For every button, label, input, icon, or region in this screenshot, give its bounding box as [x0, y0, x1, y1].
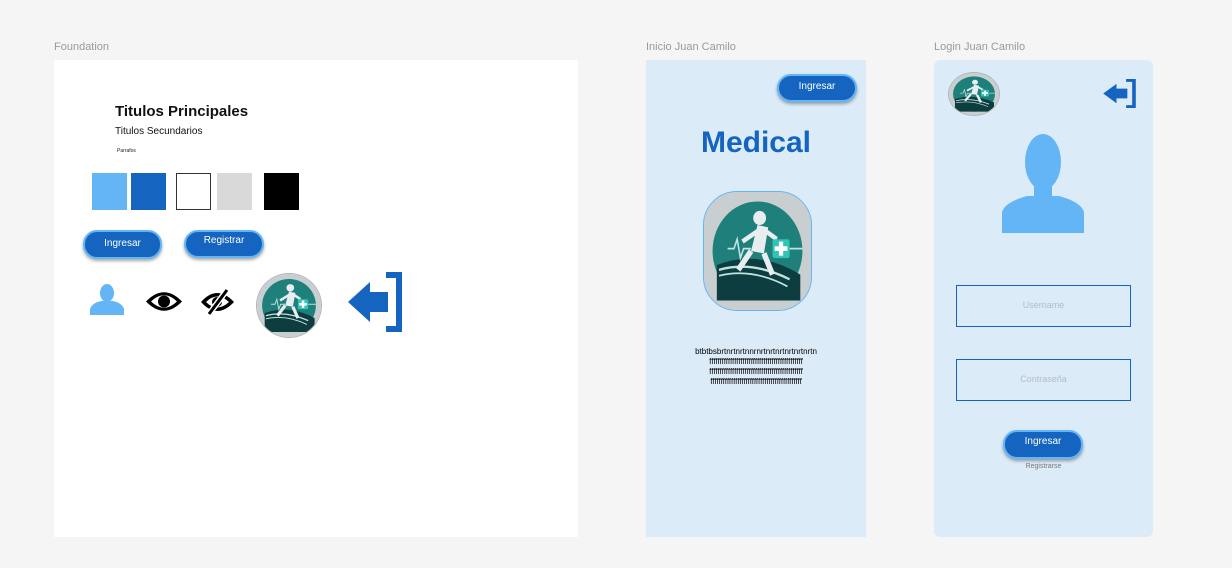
password-input[interactable]: Contraseña [956, 359, 1131, 401]
login-logo [948, 72, 1000, 116]
app-logo [703, 191, 812, 311]
paragraph-sample: Parrafos [117, 148, 136, 154]
frame-label-foundation: Foundation [54, 41, 110, 53]
eye-icon[interactable] [144, 289, 184, 314]
login-ingresar-button[interactable]: Ingresar [1003, 430, 1083, 459]
inicio-ingresar-button[interactable]: Ingresar [777, 74, 857, 102]
swatch-black [264, 173, 299, 210]
body-text: btbtbsbrtnrtnrtnnrnrtnrtnrtnrtnrtnrtn ff… [646, 347, 866, 387]
frame-label-login: Login Juan Camilo [934, 41, 1026, 53]
body-line: ffffffffffffffffffffffffffffffffffffffff… [710, 377, 802, 386]
logo-icon [256, 273, 322, 338]
body-line: ffffffffffffffffffffffffffffffffffffffff… [709, 367, 803, 376]
register-link[interactable]: Registrarse [934, 463, 1153, 470]
swatch-light-blue [92, 173, 127, 210]
app-title: Medical [700, 126, 812, 159]
inicio-frame: Ingresar Medical btbtbsbrtnrtnrtnnrnrtnr… [646, 60, 866, 537]
eye-off-icon[interactable] [199, 289, 236, 315]
swatch-blue [131, 173, 166, 210]
swatch-white [176, 173, 211, 210]
ingresar-button-sample[interactable]: Ingresar [83, 230, 162, 259]
user-icon [90, 284, 124, 315]
logout-arrow-icon[interactable] [1102, 78, 1137, 109]
foundation-frame: Titulos Principales Titulos Secundarios … [54, 60, 578, 537]
frame-label-inicio: Inicio Juan Camilo [646, 41, 736, 53]
username-input[interactable]: Username [956, 285, 1131, 327]
swatch-gray [217, 173, 252, 210]
registrar-button-sample[interactable]: Registrar [184, 230, 264, 258]
body-line: btbtbsbrtnrtnrtnnrnrtnrtnrtnrtnrtnrtn [695, 347, 817, 356]
login-frame: Username Contraseña Ingresar Registrarse [934, 60, 1153, 537]
heading-secondary: Titulos Secundarios [115, 126, 203, 137]
login-arrow-icon[interactable] [346, 270, 404, 334]
avatar-icon [1002, 134, 1084, 233]
heading-primary: Titulos Principales [115, 103, 249, 120]
body-line: ffffffffffffffffffffffffffffffffffffffff… [709, 357, 803, 366]
